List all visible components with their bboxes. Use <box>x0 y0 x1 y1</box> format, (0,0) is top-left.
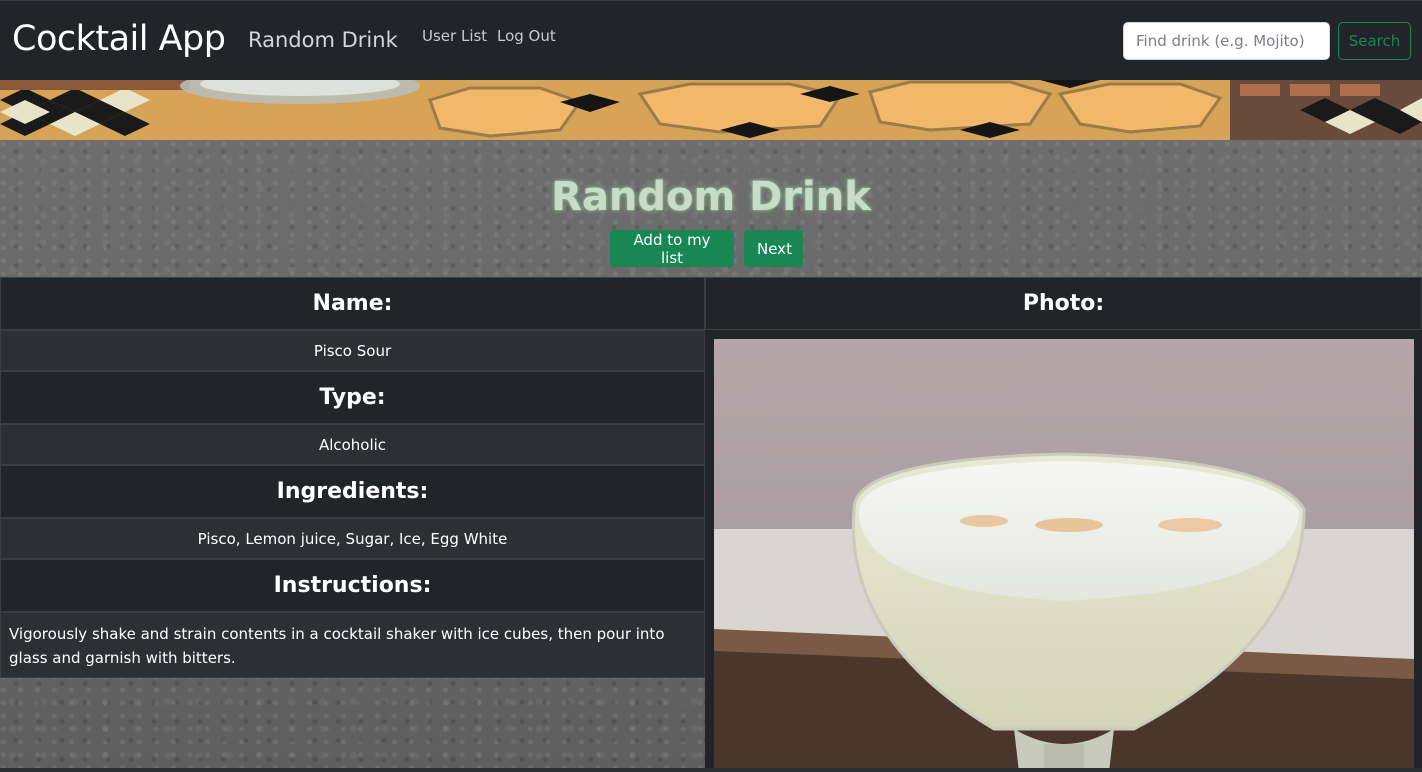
instructions-header: Instructions: <box>0 559 705 612</box>
drink-instructions: Vigorously shake and strain contents in … <box>0 612 705 678</box>
search-input[interactable] <box>1123 22 1330 60</box>
type-header: Type: <box>0 371 705 424</box>
tile-banner-image <box>0 80 1422 140</box>
brand-link[interactable]: Cocktail App <box>12 19 226 59</box>
drink-ingredients: Pisco, Lemon juice, Sugar, Ice, Egg Whit… <box>0 518 705 559</box>
photo-header: Photo: <box>705 277 1422 330</box>
name-header: Name: <box>0 277 705 330</box>
top-navbar: Cocktail App Random Drink User List Log … <box>0 0 1422 80</box>
next-button[interactable]: Next <box>744 230 803 267</box>
drink-type: Alcoholic <box>0 424 705 465</box>
photo-panel: Photo: <box>705 277 1422 772</box>
drink-name: Pisco Sour <box>0 330 705 371</box>
page-title: Random Drink <box>551 174 871 220</box>
nav-user-list[interactable]: User List <box>422 27 487 45</box>
horizontal-scrollbar[interactable] <box>0 768 1422 772</box>
drink-details-table: Name: Pisco Sour Type: Alcoholic Ingredi… <box>0 277 705 678</box>
search-button[interactable]: Search <box>1338 22 1411 60</box>
nav-log-out[interactable]: Log Out <box>497 27 556 45</box>
nav-random-drink[interactable]: Random Drink <box>248 28 398 52</box>
drink-photo <box>714 339 1414 772</box>
ingredients-header: Ingredients: <box>0 465 705 518</box>
add-to-list-button[interactable]: Add to my list <box>610 230 734 267</box>
